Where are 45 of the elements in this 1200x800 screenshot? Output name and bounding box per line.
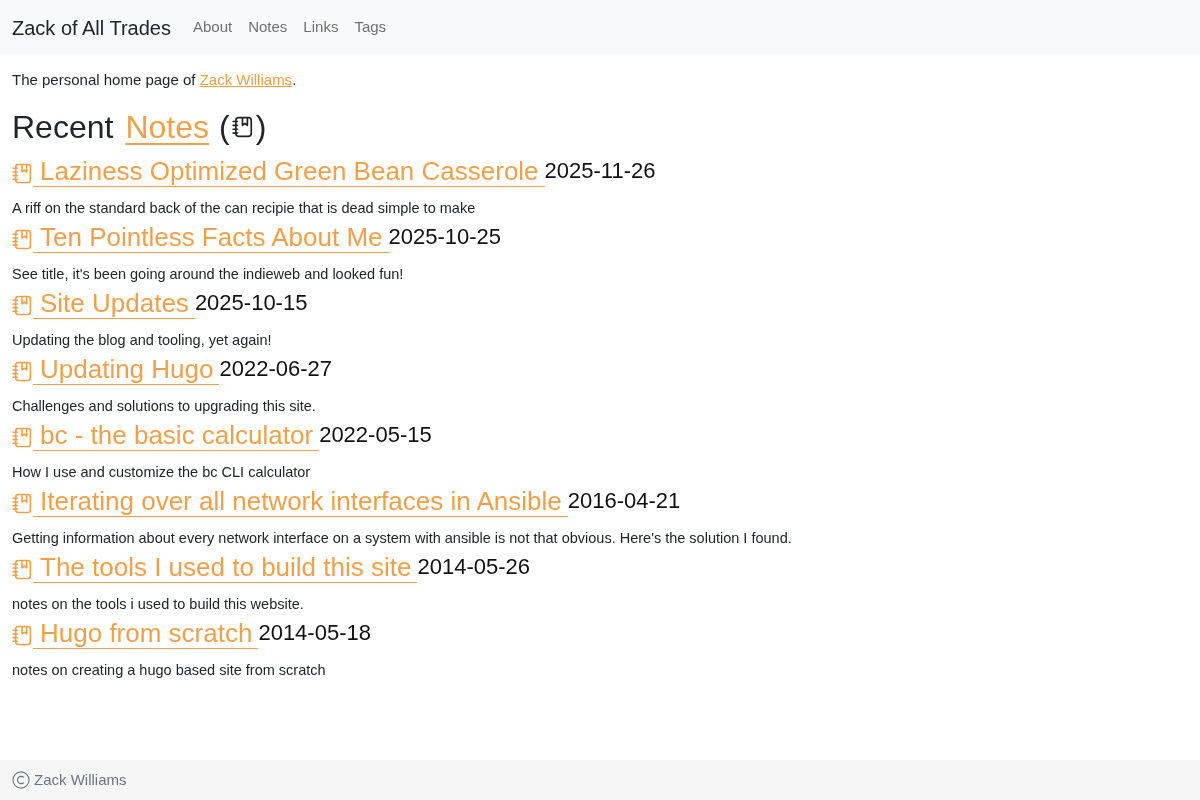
nav-link[interactable]: Links	[303, 16, 339, 39]
heading-paren: (	[219, 108, 230, 147]
note-date: 2016-04-21	[567, 487, 681, 515]
note-date: 2022-06-27	[219, 355, 332, 383]
note-title-link[interactable]: Site Updates	[12, 288, 195, 319]
site-title-link[interactable]: Zack of All Trades	[12, 12, 171, 43]
note-summary: Challenges and solutions to upgrading this site.	[12, 397, 317, 416]
note-summary: A riff on the standard back of the can recipie that is dead simple to make	[12, 199, 477, 218]
note-date: 2022-05-15	[319, 421, 432, 449]
notebook-icon	[12, 493, 33, 514]
note-summary: See title, it's been going around the indieweb and looked fun!	[12, 265, 405, 284]
notebook-icon	[12, 229, 33, 250]
note-title-link[interactable]: Laziness Optimized Green Bean Casserole	[12, 156, 545, 187]
notebook-icon	[12, 295, 33, 316]
note-date: 2025-11-26	[544, 157, 656, 185]
nav-link[interactable]: Tags	[354, 16, 387, 39]
note-summary: notes on creating a hugo based site from scratch	[12, 661, 327, 680]
copyright-text: Zack Williams	[34, 769, 127, 790]
note-title-link[interactable]: The tools I used to build this site	[12, 552, 418, 583]
note-summary: Updating the blog and tooling, yet again!	[12, 331, 273, 350]
notes-link[interactable]: Notes	[125, 107, 209, 147]
notebook-icon	[231, 116, 254, 138]
note-date: 2014-05-18	[258, 619, 371, 647]
note-date: 2025-10-25	[388, 223, 502, 251]
copyright-icon	[12, 771, 30, 789]
note-title-link[interactable]: Updating Hugo	[12, 354, 220, 385]
note-date: 2014-05-26	[417, 553, 530, 581]
notebook-icon	[12, 559, 33, 580]
nav-link[interactable]: About	[192, 16, 233, 39]
notebook-icon	[12, 163, 33, 184]
heading-text: Recent	[12, 108, 114, 147]
nav-link[interactable]: Notes	[248, 16, 288, 39]
note-summary: Getting information about every network interface on a system with ansible is not that obvious. Here's the solution I found.	[12, 529, 793, 548]
intro-text: The personal home page of Zack Williams.	[12, 70, 298, 90]
notebook-icon	[12, 625, 33, 646]
note-title-link[interactable]: Iterating over all network interfaces in Ansible	[12, 486, 568, 517]
notebook-icon	[12, 361, 33, 382]
note-title-link[interactable]: bc - the basic calculator	[12, 420, 320, 451]
notebook-icon	[12, 427, 33, 448]
note-title-link[interactable]: Ten Pointless Facts About Me	[12, 222, 389, 253]
note-date: 2025-10-15	[194, 289, 308, 317]
note-title-link[interactable]: Hugo from scratch	[12, 618, 259, 649]
heading-paren: )	[255, 108, 267, 147]
note-summary: notes on the tools i used to build this website.	[12, 595, 305, 614]
note-summary: How I use and customize the bc CLI calculator	[12, 463, 312, 482]
